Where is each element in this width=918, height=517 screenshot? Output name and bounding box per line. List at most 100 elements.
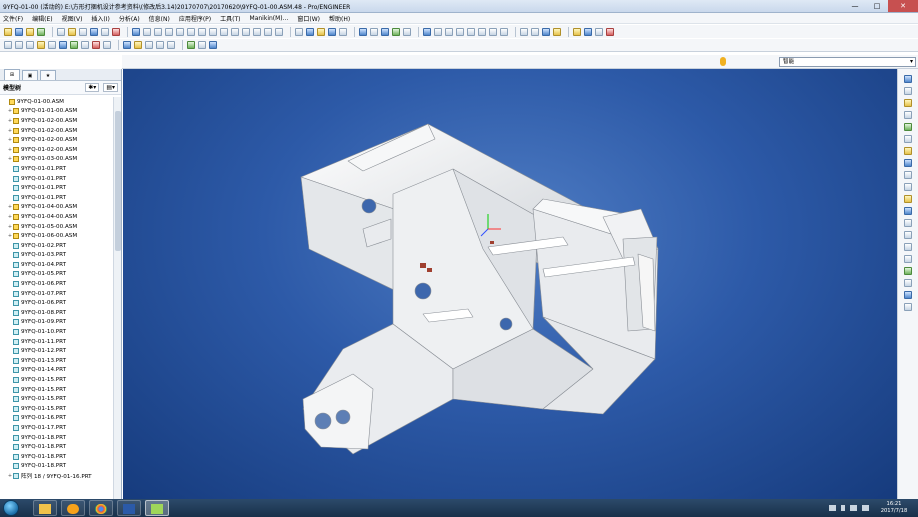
- menu-applications[interactable]: 应用程序(P): [179, 14, 211, 23]
- right-tool-button-11[interactable]: [904, 207, 912, 215]
- right-tool-button-10[interactable]: [904, 195, 912, 203]
- tree-item[interactable]: 9YFQ-01-16.PRT: [0, 414, 114, 424]
- tb2-button-7[interactable]: [81, 41, 89, 49]
- right-tool-button-17[interactable]: [904, 279, 912, 287]
- right-tool-button-12[interactable]: [904, 219, 912, 227]
- tb1-button-51[interactable]: [553, 27, 561, 36]
- tb2-button-4[interactable]: [48, 41, 56, 49]
- tree-item[interactable]: 9YFQ-01-15.PRT: [0, 404, 114, 414]
- right-tool-button-15[interactable]: [904, 255, 912, 263]
- tb1-button-50[interactable]: [542, 27, 550, 36]
- system-clock[interactable]: 16:21 2017/7/18: [874, 501, 914, 515]
- right-tool-button-2[interactable]: [904, 99, 912, 107]
- tb2-button-0[interactable]: [4, 41, 12, 49]
- tree-item[interactable]: 9YFQ-01-15.PRT: [0, 385, 114, 395]
- tb1-button-9[interactable]: [101, 27, 109, 36]
- tb1-button-37[interactable]: [403, 27, 411, 36]
- minimize-button[interactable]: —: [844, 0, 866, 12]
- tb2-button-11[interactable]: [123, 41, 131, 49]
- tb1-button-13[interactable]: [143, 27, 151, 36]
- tb1-button-46[interactable]: [500, 27, 508, 36]
- tb2-button-1[interactable]: [15, 41, 23, 49]
- close-button[interactable]: ✕: [888, 0, 918, 12]
- tb1-button-29[interactable]: [317, 27, 325, 36]
- tray-arrow-icon[interactable]: [841, 505, 845, 511]
- tree-item[interactable]: +9YFQ-01-02-00.ASM: [0, 126, 114, 136]
- message-lamp-icon[interactable]: [720, 57, 726, 66]
- right-tool-button-16[interactable]: [904, 267, 912, 275]
- taskbar-media-player[interactable]: [61, 500, 85, 516]
- tree-item[interactable]: 9YFQ-01-00.ASM: [0, 97, 114, 107]
- right-tool-button-1[interactable]: [904, 87, 912, 95]
- tb1-button-23[interactable]: [253, 27, 261, 36]
- right-tool-button-9[interactable]: [904, 183, 912, 191]
- tb1-button-6[interactable]: [68, 27, 76, 36]
- graphics-viewport[interactable]: [123, 69, 897, 499]
- tree-item[interactable]: +9YFQ-01-04-00.ASM: [0, 212, 114, 222]
- tb1-button-56[interactable]: [606, 27, 614, 36]
- tb1-button-12[interactable]: [132, 27, 140, 36]
- tree-item[interactable]: 9YFQ-01-12.PRT: [0, 346, 114, 356]
- maximize-button[interactable]: □: [866, 0, 888, 12]
- tree-item[interactable]: 9YFQ-01-18.PRT: [0, 433, 114, 443]
- tb1-button-8[interactable]: [90, 27, 98, 36]
- tb1-button-33[interactable]: [359, 27, 367, 36]
- menu-edit[interactable]: 编辑(E): [32, 14, 52, 23]
- tb1-button-45[interactable]: [489, 27, 497, 36]
- tb1-button-42[interactable]: [456, 27, 464, 36]
- tree-item[interactable]: 9YFQ-01-18.PRT: [0, 442, 114, 452]
- tree-show-button[interactable]: ▤▾: [103, 83, 118, 92]
- tb2-button-9[interactable]: [103, 41, 111, 49]
- tree-item[interactable]: +9YFQ-01-04-00.ASM: [0, 203, 114, 213]
- tree-item[interactable]: 9YFQ-01-01.PRT: [0, 193, 114, 203]
- tb1-button-1[interactable]: [15, 27, 23, 36]
- right-tool-button-0[interactable]: [904, 75, 912, 83]
- menu-manikin[interactable]: Manikin(M)...: [250, 15, 289, 22]
- right-tool-button-7[interactable]: [904, 159, 912, 167]
- tree-settings-button[interactable]: ✱▾: [85, 83, 100, 92]
- taskbar-file-explorer[interactable]: [33, 500, 57, 516]
- tree-item[interactable]: +9YFQ-01-01-00.ASM: [0, 107, 114, 117]
- scrollbar-thumb[interactable]: [115, 111, 121, 251]
- tree-item[interactable]: 9YFQ-01-13.PRT: [0, 356, 114, 366]
- tree-item[interactable]: 9YFQ-01-09.PRT: [0, 318, 114, 328]
- tab-model-tree[interactable]: ⊞: [4, 69, 20, 80]
- tb2-button-14[interactable]: [156, 41, 164, 49]
- tb1-button-30[interactable]: [328, 27, 336, 36]
- tree-item[interactable]: 9YFQ-01-06.PRT: [0, 279, 114, 289]
- tree-item[interactable]: 9YFQ-01-03.PRT: [0, 251, 114, 261]
- tb1-button-55[interactable]: [595, 27, 603, 36]
- tb1-button-2[interactable]: [26, 27, 34, 36]
- menu-analysis[interactable]: 分析(A): [119, 14, 140, 23]
- tb1-button-20[interactable]: [220, 27, 228, 36]
- tb1-button-22[interactable]: [242, 27, 250, 36]
- tree-item[interactable]: +9YFQ-01-02-00.ASM: [0, 116, 114, 126]
- tree-item[interactable]: +9YFQ-01-03-00.ASM: [0, 155, 114, 165]
- menu-help[interactable]: 帮助(H): [329, 14, 350, 23]
- tree-item[interactable]: 9YFQ-01-02.PRT: [0, 241, 114, 251]
- taskbar-proengineer[interactable]: [145, 500, 169, 516]
- windows-start-icon[interactable]: [3, 500, 19, 516]
- tree-item[interactable]: 9YFQ-01-14.PRT: [0, 366, 114, 376]
- tb1-button-34[interactable]: [370, 27, 378, 36]
- tree-item[interactable]: 9YFQ-01-15.PRT: [0, 394, 114, 404]
- tb1-button-41[interactable]: [445, 27, 453, 36]
- tb1-button-16[interactable]: [176, 27, 184, 36]
- tb2-button-6[interactable]: [70, 41, 78, 49]
- tree-item[interactable]: 9YFQ-01-04.PRT: [0, 260, 114, 270]
- right-tool-button-18[interactable]: [904, 291, 912, 299]
- tree-item[interactable]: 9YFQ-01-11.PRT: [0, 337, 114, 347]
- tb1-button-15[interactable]: [165, 27, 173, 36]
- tree-item[interactable]: 9YFQ-01-06.PRT: [0, 298, 114, 308]
- tree-item[interactable]: + 阵列 18 / 9YFQ-01-16.PRT: [0, 471, 114, 481]
- tree-item[interactable]: +9YFQ-01-06-00.ASM: [0, 231, 114, 241]
- menu-tools[interactable]: 工具(T): [220, 14, 240, 23]
- tb2-button-12[interactable]: [134, 41, 142, 49]
- tree-item[interactable]: 9YFQ-01-01.PRT: [0, 183, 114, 193]
- tab-folder-browser[interactable]: ▣: [22, 70, 38, 80]
- tb1-button-39[interactable]: [423, 27, 431, 36]
- tb1-button-5[interactable]: [57, 27, 65, 36]
- tb1-button-27[interactable]: [295, 27, 303, 36]
- tb2-button-2[interactable]: [26, 41, 34, 49]
- tb2-button-3[interactable]: [37, 41, 45, 49]
